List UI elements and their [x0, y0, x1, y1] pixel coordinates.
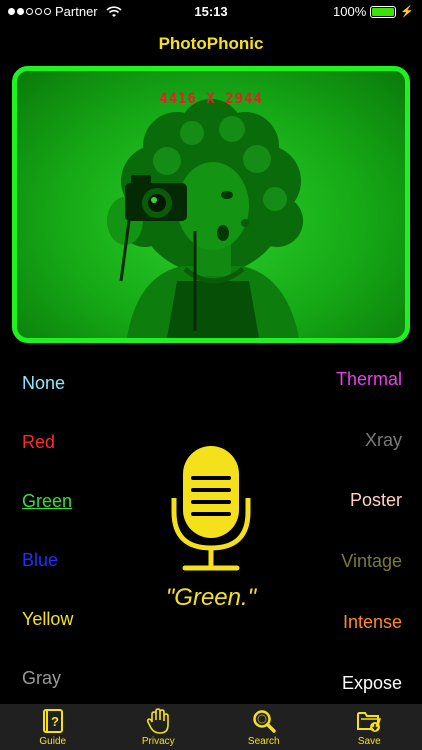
filter-red[interactable]: Red [22, 432, 55, 453]
tab-privacy-label: Privacy [141, 736, 175, 747]
tab-privacy[interactable]: Privacy [106, 704, 212, 750]
recognized-speech-text: "Green." [165, 584, 257, 611]
tab-guide[interactable]: ? Guide [0, 704, 106, 750]
tab-save-label: Save [357, 736, 381, 747]
app-title: PhotoPhonic [158, 34, 264, 53]
battery-status: 100% ⚡ [333, 4, 414, 19]
filter-blue[interactable]: Blue [22, 550, 58, 571]
charging-icon: ⚡ [400, 6, 414, 18]
svg-text:?: ? [51, 714, 59, 729]
folder-save-icon [357, 712, 382, 732]
filter-thermal[interactable]: Thermal [336, 369, 402, 390]
filter-poster[interactable]: Poster [350, 490, 402, 511]
tab-guide-label: Guide [39, 736, 67, 747]
filter-green[interactable]: Green [22, 491, 72, 512]
battery-percent: 100% [333, 4, 367, 19]
filter-yellow[interactable]: Yellow [22, 609, 73, 630]
battery-icon [370, 5, 397, 18]
photo-dimensions: 4416 X 2944 [159, 91, 263, 107]
tab-search-label: Search [247, 736, 280, 747]
microphone-icon[interactable] [171, 446, 251, 572]
magnifier-icon [253, 710, 276, 733]
tab-save[interactable]: Save [317, 704, 422, 750]
tab-search[interactable]: Search [211, 704, 317, 750]
filter-expose[interactable]: Expose [342, 673, 402, 694]
status-bar: Partner 15:13 100% ⚡ [0, 0, 422, 22]
photo-preview[interactable]: 4416 X 2944 [12, 66, 410, 343]
filter-none[interactable]: None [22, 373, 65, 394]
filter-gray[interactable]: Gray [22, 668, 61, 689]
book-question-icon: ? [42, 709, 63, 733]
filter-intense[interactable]: Intense [343, 612, 402, 633]
filter-xray[interactable]: Xray [365, 430, 402, 451]
photo-subject-image [107, 99, 303, 338]
navigation-bar: PhotoPhonic [0, 22, 422, 64]
hand-icon [147, 708, 170, 734]
filter-vintage[interactable]: Vintage [341, 551, 402, 572]
tab-bar: ? Guide Privacy Search Save [0, 704, 422, 750]
